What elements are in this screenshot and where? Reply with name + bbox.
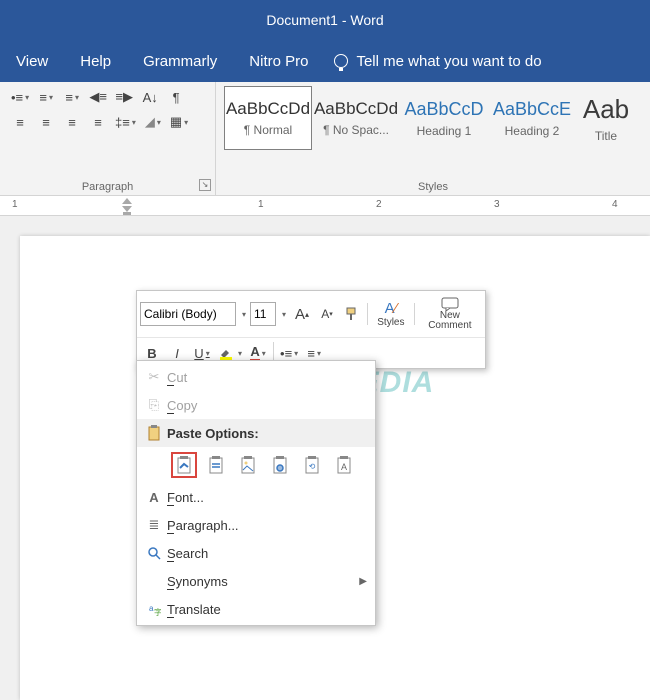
- paste-picture[interactable]: [235, 452, 261, 478]
- clipboard-icon: [141, 425, 167, 441]
- font-icon: A: [141, 490, 167, 505]
- bullets-button[interactable]: •≡▾: [8, 86, 32, 108]
- align-center-button[interactable]: ≡: [34, 111, 58, 133]
- ctx-copy: ⎘ Copy: [137, 391, 375, 419]
- style-title[interactable]: Aab Title: [576, 86, 636, 150]
- styles-gallery-button[interactable]: A⁄ Styles: [371, 294, 411, 334]
- style-heading1[interactable]: AaBbCcD Heading 1: [400, 86, 488, 150]
- scissors-icon: ✂: [141, 369, 167, 385]
- style-heading2[interactable]: AaBbCcE Heading 2: [488, 86, 576, 150]
- copy-icon: ⎘: [141, 397, 167, 413]
- tell-me-label: Tell me what you want to do: [356, 53, 541, 70]
- multilevel-button[interactable]: ≡▾: [60, 86, 84, 108]
- paste-text-only[interactable]: A: [331, 452, 357, 478]
- paragraph-icon: ≣: [141, 517, 167, 533]
- font-size-combo[interactable]: [250, 302, 276, 326]
- submenu-arrow-icon: ▶: [359, 576, 367, 587]
- line-spacing-button[interactable]: ‡≡▾: [112, 111, 139, 133]
- ribbon-group-paragraph: •≡▾ ≡▾ ≡▾ ◀≡ ≡▶ A↓ ¶ ≡ ≡ ≡ ≡ ‡≡▾ ◢▾ ▦▾ P…: [0, 82, 216, 195]
- grow-font-button[interactable]: A▴: [290, 302, 314, 326]
- ctx-synonyms[interactable]: Synonyms ▶: [137, 567, 375, 595]
- ctx-paste-header: Paste Options:: [137, 419, 375, 447]
- tell-me-search[interactable]: Tell me what you want to do: [334, 53, 541, 70]
- title-bar: Document1 - Word: [0, 0, 650, 40]
- new-comment-button[interactable]: New Comment: [418, 294, 482, 334]
- font-family-combo[interactable]: [140, 302, 236, 326]
- numbering-button[interactable]: ≡▾: [34, 86, 58, 108]
- menu-nitro[interactable]: Nitro Pro: [233, 53, 324, 70]
- justify-button[interactable]: ≡: [86, 111, 110, 133]
- mini-toolbar: ▾ ▾ A▴ A▾ A⁄ Styles New Comment B I U▾ ▾…: [136, 290, 486, 369]
- menu-bar: View Help Grammarly Nitro Pro Tell me wh…: [0, 40, 650, 82]
- paste-options-row: ⟲ A: [137, 447, 375, 483]
- indent-marker-icon[interactable]: [120, 196, 134, 216]
- window-title: Document1 - Word: [266, 12, 383, 28]
- svg-text:⟲: ⟲: [309, 462, 316, 471]
- menu-view[interactable]: View: [0, 53, 64, 70]
- ribbon-group-styles: AaBbCcDd ¶ Normal AaBbCcDd ¶ No Spac... …: [216, 82, 650, 195]
- styles-group-label: Styles: [216, 181, 650, 193]
- borders-button[interactable]: ▦▾: [167, 111, 191, 133]
- style-normal[interactable]: AaBbCcDd ¶ Normal: [224, 86, 312, 150]
- paragraph-group-label: Paragraph: [0, 181, 215, 193]
- decrease-indent-button[interactable]: ◀≡: [86, 86, 110, 108]
- paste-keep-source[interactable]: [171, 452, 197, 478]
- sort-button[interactable]: A↓: [138, 86, 162, 108]
- align-right-button[interactable]: ≡: [60, 111, 84, 133]
- paste-merge[interactable]: [203, 452, 229, 478]
- menu-grammarly[interactable]: Grammarly: [127, 53, 233, 70]
- font-size-dropdown[interactable]: ▾: [277, 302, 289, 326]
- context-menu: ✂ Cut ⎘ Copy Paste Options: ⟲ A A Font..…: [136, 360, 376, 626]
- svg-text:字: 字: [154, 607, 161, 616]
- comment-icon: [441, 297, 459, 311]
- paragraph-dialog-launcher[interactable]: ↘: [199, 179, 211, 191]
- ctx-search[interactable]: Search: [137, 539, 375, 567]
- increase-indent-button[interactable]: ≡▶: [112, 86, 136, 108]
- paste-keep-text[interactable]: ⟲: [299, 452, 325, 478]
- svg-text:A: A: [341, 462, 347, 472]
- align-left-button[interactable]: ≡: [8, 111, 32, 133]
- ctx-paragraph[interactable]: ≣ Paragraph...: [137, 511, 375, 539]
- ribbon: •≡▾ ≡▾ ≡▾ ◀≡ ≡▶ A↓ ¶ ≡ ≡ ≡ ≡ ‡≡▾ ◢▾ ▦▾ P…: [0, 82, 650, 196]
- lightbulb-icon: [334, 54, 348, 68]
- shrink-font-button[interactable]: A▾: [315, 302, 339, 326]
- show-marks-button[interactable]: ¶: [164, 86, 188, 108]
- font-family-dropdown[interactable]: ▾: [237, 302, 249, 326]
- format-painter-button[interactable]: [340, 302, 364, 326]
- ctx-cut: ✂ Cut: [137, 363, 375, 391]
- menu-help[interactable]: Help: [64, 53, 127, 70]
- style-no-spacing[interactable]: AaBbCcDd ¶ No Spac...: [312, 86, 400, 150]
- ctx-translate[interactable]: a字 Translate: [137, 595, 375, 623]
- ctx-font[interactable]: A Font...: [137, 483, 375, 511]
- shading-button[interactable]: ◢▾: [141, 111, 165, 133]
- search-icon: [141, 546, 167, 560]
- paste-link[interactable]: [267, 452, 293, 478]
- horizontal-ruler[interactable]: 1 1 2 3 4: [0, 196, 650, 216]
- translate-icon: a字: [141, 602, 167, 616]
